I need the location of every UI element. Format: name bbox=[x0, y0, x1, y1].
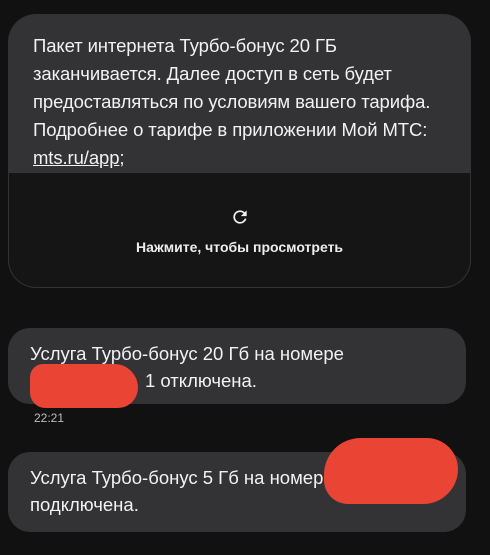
message-line: Услуга Турбо-бонус 20 Гб на номере bbox=[30, 343, 344, 364]
mts-app-link[interactable]: mts.ru/app bbox=[33, 147, 120, 168]
message-line: предоставляться по условиям вашего тариф… bbox=[33, 91, 431, 112]
message-line-suffix: 1 отключена. bbox=[145, 370, 257, 391]
message-line: Пакет интернета Турбо-бонус 20 ГБ bbox=[33, 35, 337, 56]
message-line: mts.ru/app; bbox=[33, 144, 453, 172]
redaction-mark bbox=[30, 364, 138, 408]
message-line: Подробнее о тарифе в приложении Мой МТС: bbox=[33, 119, 428, 140]
link-suffix: ; bbox=[119, 147, 125, 168]
message-line: заканчивается. Далее доступ в сеть будет bbox=[33, 63, 392, 84]
message-bubble-package-ending: Пакет интернета Турбо-бонус 20 ГБ заканч… bbox=[8, 14, 471, 288]
refresh-icon bbox=[230, 207, 250, 227]
preview-label: Нажмите, чтобы просмотреть bbox=[135, 239, 344, 255]
redaction-mark bbox=[324, 438, 458, 504]
message-text: Пакет интернета Турбо-бонус 20 ГБ заканч… bbox=[33, 32, 453, 172]
message-timestamp: 22:21 bbox=[34, 411, 65, 425]
link-preview[interactable]: Нажмите, чтобы просмотреть bbox=[9, 173, 470, 287]
